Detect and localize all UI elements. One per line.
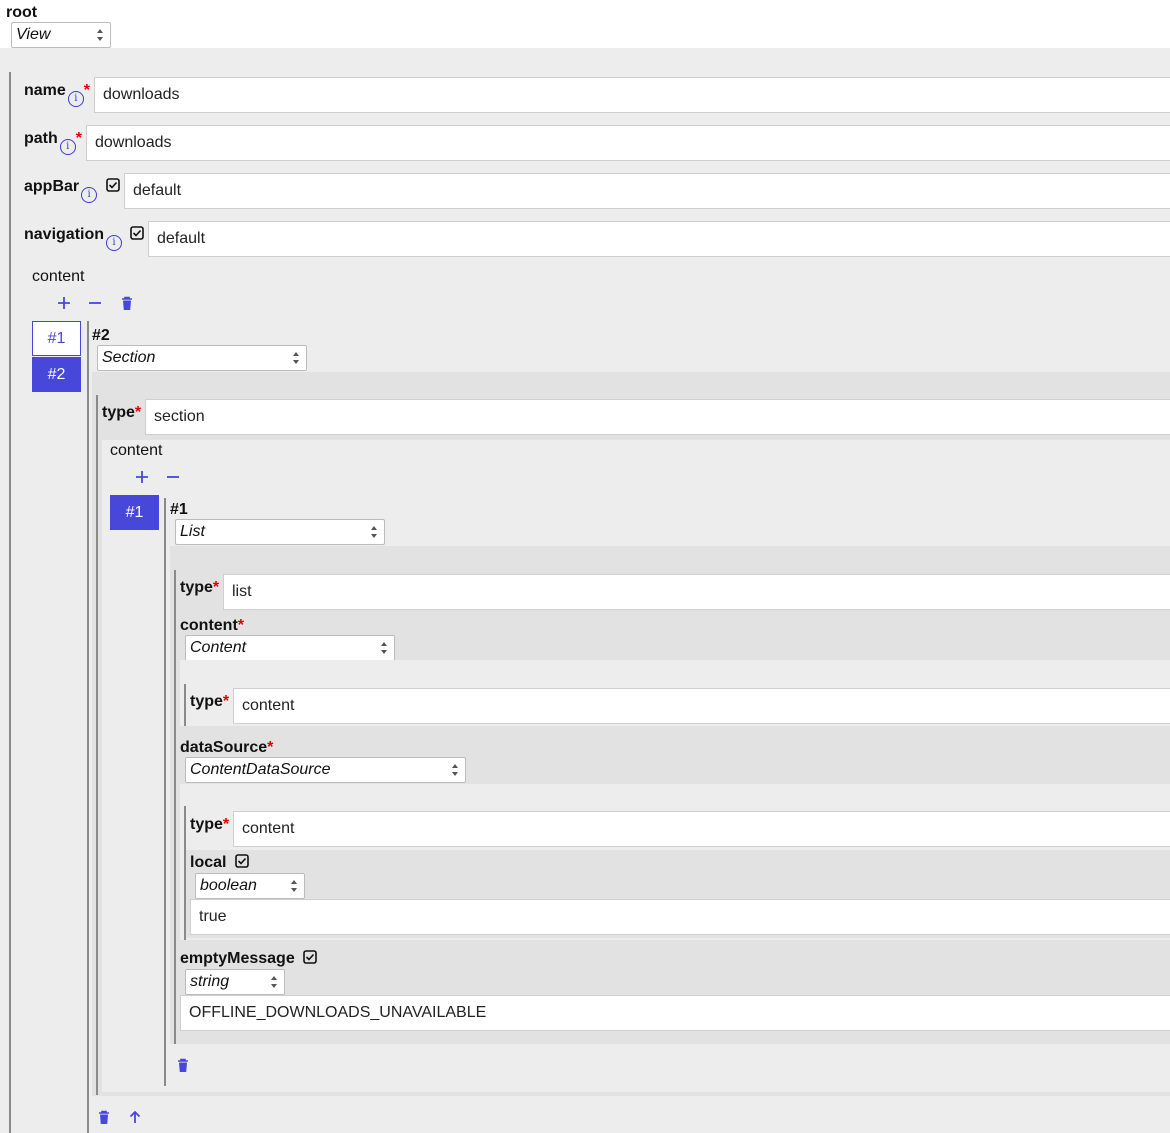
name-input[interactable]: downloads (94, 77, 1170, 113)
content-tab-1[interactable]: #1 (32, 321, 81, 356)
datasource-select-value: ContentDataSource (190, 761, 331, 778)
local-label: local (190, 854, 249, 872)
list-content-select-value: Content (190, 639, 247, 656)
datasource-type-label: type* (190, 816, 230, 833)
local-type-select-value: boolean (200, 877, 257, 894)
item-panel-border (87, 321, 89, 1133)
navigation-input[interactable]: default (148, 221, 1170, 257)
required-marker: * (222, 693, 230, 710)
required-marker: * (222, 816, 230, 833)
info-icon[interactable]: i (59, 139, 76, 155)
trash-icon[interactable] (119, 295, 135, 311)
section-content-label: content (110, 442, 163, 459)
select-arrows-icon (97, 29, 103, 41)
move-up-icon[interactable] (127, 1109, 143, 1125)
select-arrows-icon (293, 352, 299, 364)
content-object-border (184, 684, 186, 726)
local-value-input[interactable]: true (190, 899, 1170, 935)
required-marker: * (83, 82, 91, 99)
list-type-label: type* (180, 579, 220, 596)
list-content-label: content* (180, 617, 245, 634)
navigation-field-label: navigation i (24, 226, 145, 251)
trash-icon[interactable] (175, 1057, 191, 1073)
root-panel-border (9, 72, 11, 1133)
root-type-select[interactable]: View (11, 22, 111, 48)
info-icon[interactable]: i (81, 187, 98, 203)
section-type-select[interactable]: Section (97, 345, 307, 371)
list-type-select-value: List (180, 523, 205, 540)
datasource-select[interactable]: ContentDataSource (185, 757, 466, 783)
checkbox-checked-icon[interactable] (130, 226, 145, 240)
section-type-input[interactable]: section (145, 399, 1170, 435)
path-input[interactable]: downloads (86, 125, 1170, 161)
select-arrows-icon (291, 880, 297, 892)
path-field-label: path i * (24, 130, 82, 155)
required-marker: * (134, 404, 142, 421)
list-panel-border (164, 498, 166, 1086)
appbar-input[interactable]: default (124, 173, 1170, 209)
item-title: #2 (92, 327, 110, 344)
select-arrows-icon (381, 642, 387, 654)
name-field-label: name i * (24, 82, 90, 107)
section-panel-border (96, 395, 98, 1095)
emptymessage-type-select[interactable]: string (185, 969, 285, 995)
list-title: #1 (170, 501, 188, 518)
remove-icon[interactable] (87, 295, 103, 311)
select-arrows-icon (452, 764, 458, 776)
required-marker: * (237, 617, 245, 634)
remove-icon[interactable] (165, 469, 181, 485)
emptymessage-label: emptyMessage (180, 950, 317, 968)
content-type-input[interactable]: content (233, 688, 1170, 724)
content-type-label: type* (190, 693, 230, 710)
checkbox-checked-icon[interactable] (303, 950, 317, 964)
root-type-select-value: View (16, 26, 51, 43)
datasource-label: dataSource* (180, 739, 274, 756)
required-marker: * (212, 579, 220, 596)
list-type-input[interactable]: list (223, 574, 1170, 610)
section-type-label: type* (102, 404, 142, 421)
trash-icon[interactable] (96, 1109, 112, 1125)
section-content-tab-1[interactable]: #1 (110, 495, 159, 530)
section-type-select-value: Section (102, 349, 156, 366)
emptymessage-type-select-value: string (190, 973, 230, 990)
checkbox-checked-icon[interactable] (235, 854, 249, 868)
content-label: content (32, 268, 85, 285)
emptymessage-value-input[interactable]: OFFLINE_DOWNLOADS_UNAVAILABLE (180, 995, 1170, 1031)
list-inner-border (174, 570, 176, 1044)
root-label: root (6, 4, 38, 21)
info-icon[interactable]: i (106, 235, 123, 251)
add-icon[interactable] (56, 295, 72, 311)
datasource-type-input[interactable]: content (233, 811, 1170, 847)
info-icon[interactable]: i (67, 91, 84, 107)
list-content-select[interactable]: Content (185, 635, 395, 661)
add-icon[interactable] (134, 469, 150, 485)
local-type-select[interactable]: boolean (195, 873, 305, 899)
list-type-select[interactable]: List (175, 519, 385, 545)
appbar-field-label: appBar i (24, 178, 120, 203)
select-arrows-icon (371, 526, 377, 538)
required-marker: * (75, 130, 83, 147)
content-tab-2[interactable]: #2 (32, 357, 81, 392)
required-marker: * (267, 739, 274, 756)
checkbox-checked-icon[interactable] (105, 178, 120, 192)
select-arrows-icon (271, 976, 277, 988)
